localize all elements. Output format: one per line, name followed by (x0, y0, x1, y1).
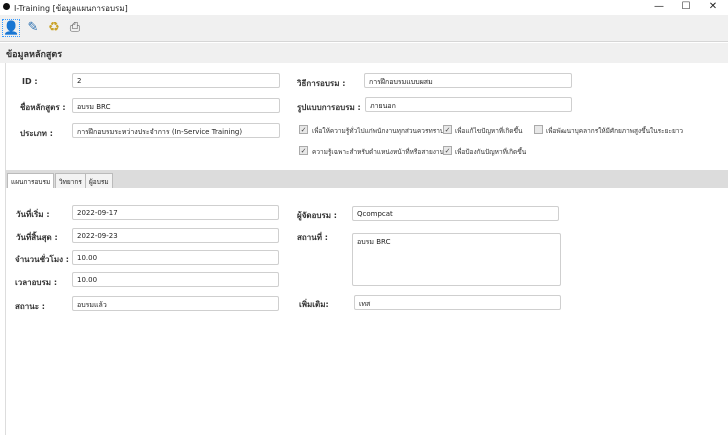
tab-speakers[interactable]: วิทยากร (55, 173, 86, 188)
extra-label: เพิ่มเติม: (299, 300, 329, 309)
start-date-label: วันที่เริ่ม : (16, 210, 50, 219)
objective-label-5: เพื่อป้องกันปัญหาที่เกิดขึ้น (455, 148, 527, 156)
extra-field[interactable]: เทส (354, 295, 561, 310)
close-button[interactable]: ✕ (700, 0, 726, 15)
objective-label-2: เพื่อแก้ไขปัญหาที่เกิดขึ้น (455, 127, 523, 135)
method-label: วิธีการอบรม : (297, 79, 346, 88)
course-name-field[interactable]: อบรม BRC (72, 98, 280, 113)
status-label: สถานะ : (15, 302, 45, 311)
app-icon (3, 3, 10, 10)
toolbar: 👤 ✎ ♻ ⎙ (0, 15, 728, 42)
tab-training-plan[interactable]: แผนการอบรม (7, 173, 55, 188)
end-date-label: วันที่สิ้นสุด : (16, 233, 58, 242)
course-name-label: ชื่อหลักสูตร : (20, 103, 66, 112)
recycle-bin-icon[interactable]: ♻ (45, 19, 63, 37)
printer-icon[interactable]: ⎙ (66, 19, 84, 37)
objective-checkbox-4[interactable]: ✓ (299, 146, 308, 155)
hours-label: จำนวนชั่วโมง : (15, 255, 69, 264)
objective-checkbox-2[interactable]: ✓ (443, 125, 452, 134)
training-time-field[interactable]: 10.00 (72, 272, 279, 287)
place-textarea[interactable]: อบรม BRC (352, 233, 561, 286)
training-time-label: เวลาอบรม : (15, 278, 58, 287)
edit-icon[interactable]: ✎ (24, 19, 42, 37)
hours-field[interactable]: 10.00 (72, 250, 279, 265)
objective-checkbox-3[interactable] (534, 125, 543, 134)
organizer-label: ผู้จัดอบรม : (297, 211, 338, 220)
maximize-button[interactable]: ☐ (673, 0, 699, 15)
type-label: ประเภท : (20, 129, 53, 138)
tab-trainees[interactable]: ผู้อบรม (85, 173, 113, 188)
section-title: ข้อมูลหลักสูตร (6, 50, 63, 60)
method-field[interactable]: การฝึกอบรมแบบผสม (364, 73, 572, 88)
objective-label-4: ความรู้เฉพาะสำหรับตำแหน่งหน้าที่หรือสายง… (312, 148, 445, 156)
id-field[interactable]: 2 (72, 73, 280, 88)
objective-checkbox-1[interactable]: ✓ (299, 125, 308, 134)
end-date-field[interactable]: 2022-09-23 (72, 228, 279, 243)
objective-label-3: เพื่อพัฒนาบุคลากรให้มีศักยภาพสูงขึ้นในระ… (546, 127, 684, 135)
objective-label-1: เพื่อให้ความรู้ทั่วไปแก่พนักงานทุกส่วนคว… (312, 127, 444, 135)
id-label: ID : (22, 77, 38, 86)
place-label: สถานที่ : (297, 233, 328, 242)
window-title: I-Training [ข้อมูลแผนการอบรม] (14, 4, 128, 13)
format-label: รูปแบบการอบรม : (297, 103, 361, 112)
type-field[interactable]: การฝึกอบรมระหว่างประจำการ (In-Service Tr… (72, 123, 280, 138)
section-header: ข้อมูลหลักสูตร (0, 43, 728, 63)
objective-checkbox-5[interactable]: ✓ (443, 146, 452, 155)
tab-strip (5, 170, 728, 188)
user-icon[interactable]: 👤 (2, 19, 20, 37)
organizer-field[interactable]: Qcompcat (352, 206, 559, 221)
status-field[interactable]: อบรมแล้ว (72, 296, 279, 311)
minimize-button[interactable]: — (646, 0, 672, 15)
start-date-field[interactable]: 2022-09-17 (72, 205, 279, 220)
format-field[interactable]: ภายนอก (365, 97, 572, 112)
title-bar: I-Training [ข้อมูลแผนการอบรม] — ☐ ✕ (0, 0, 728, 15)
